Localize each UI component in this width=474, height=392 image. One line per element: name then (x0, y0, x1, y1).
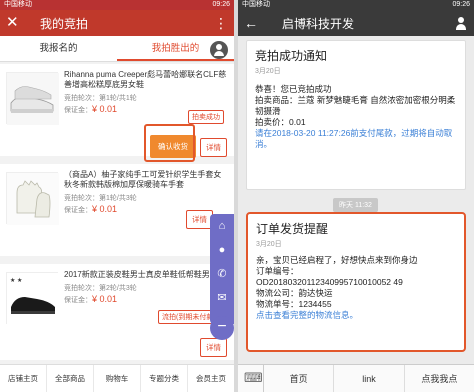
status-bar: 中国移动 09:26 (0, 0, 234, 10)
detail-button[interactable]: 详情 (200, 338, 227, 357)
menu-home[interactable]: 首页 (264, 364, 335, 392)
nav-shop-home[interactable]: 店铺主页 (0, 365, 47, 392)
app-header: ✕ 我的竞拍 ⋮ (0, 10, 234, 36)
detail-button[interactable]: 详情 (200, 138, 227, 157)
user-icon[interactable]: ● (214, 242, 230, 258)
carrier-label: 中国移动 (242, 1, 270, 8)
carrier-label: 中国移动 (4, 1, 32, 8)
card-line: 拍卖商品：兰蔻 新梦魅睫毛膏 自然浓密加密根分明柔韧摄滑 (255, 95, 456, 116)
card-line: 恭喜！您已竞拍成功 (255, 84, 332, 94)
card-title: 竞拍成功通知 (255, 49, 328, 63)
deposit-label: 保证金： (64, 107, 92, 114)
nav-member-home[interactable]: 会员主页 (188, 365, 234, 392)
card-line: 物流单号：1234455 (256, 299, 332, 309)
status-time: 09:26 (212, 1, 230, 8)
keyboard-icon[interactable] (238, 364, 264, 392)
status-bar: 中国移动 09:26 (238, 0, 474, 10)
list-item[interactable]: ★ ★ 2017新款正装皮鞋男士真皮单鞋低帮鞋男鞋 竞拍轮次：第2轮/共3轮 保… (0, 264, 234, 360)
chat-header: ← 启博科技开发 (238, 10, 474, 36)
right-phone: 中国移动 09:26 ← 启博科技开发 竞拍成功通知 3月20日 恭喜！您已竞拍… (238, 0, 474, 392)
item-name: 2017新款正装皮鞋男士真皮单鞋低帮鞋男鞋 (64, 270, 218, 279)
card-title: 订单发货提醒 (256, 222, 329, 236)
chat-menu-bar: 首页 link 点我我点 (238, 364, 474, 392)
menu-click-me[interactable]: 点我我点 (405, 365, 474, 392)
home-icon[interactable]: ⌂ (214, 218, 230, 234)
deposit-label: 保证金： (64, 297, 92, 304)
item-rounds: 竞拍轮次：第1轮/共1轮 (64, 95, 137, 102)
product-image-shoes[interactable]: ★ ★ (6, 272, 59, 325)
item-name: Rihanna puma Creeper彪马蕾哈娜联名CLF慈善增高松糕厚底男女… (64, 70, 227, 89)
item-info: Rihanna puma Creeper彪马蕾哈娜联名CLF慈善增高松糕厚底男女… (64, 70, 228, 115)
item-info: （商品A）柚子家纯手工可爱针织学生手套女秋冬新款韩版棉加厚保暖骑车手套 竞拍轮次… (64, 170, 228, 215)
svg-text:★ ★: ★ ★ (10, 277, 22, 284)
detail-button[interactable]: 详情 (186, 210, 213, 229)
card-body: 恭喜！您已竞拍成功 拍卖商品：兰蔻 新梦魅睫毛膏 自然浓密加密根分明柔韧摄滑 拍… (255, 84, 457, 150)
tab-registered[interactable]: 我报名的 (0, 36, 117, 61)
card-line: 订单编号： (256, 266, 299, 276)
screenshot-root: 中国移动 09:26 ✕ 我的竞拍 ⋮ 我报名的 我拍胜出的 Rihanna p… (0, 0, 474, 392)
payment-deadline-link[interactable]: 请在2018-03-20 11:27:26前支付尾款，过期将自动取消。 (255, 128, 457, 150)
close-icon[interactable]: ✕ (6, 10, 26, 36)
item-name: （商品A）柚子家纯手工可爱针织学生手套女秋冬新款韩版棉加厚保暖骑车手套 (64, 170, 222, 189)
logistics-link[interactable]: 点击查看完整的物流信息。 (256, 310, 456, 321)
auction-success-card[interactable]: 竞拍成功通知 3月20日 恭喜！您已竞拍成功 拍卖商品：兰蔻 新梦魅睫毛膏 自然… (246, 40, 466, 190)
mail-icon[interactable]: ✉ (214, 290, 230, 306)
status-time: 09:26 (452, 1, 470, 8)
bottom-nav: 店铺主页 全部商品 购物车 专题分类 会员主页 (0, 364, 234, 392)
chat-title: 启博科技开发 (282, 16, 355, 31)
nav-categories[interactable]: 专题分类 (141, 365, 188, 392)
card-body: 亲，宝贝已经启程了，好想快点来到你身边 订单编号： OD201803201123… (256, 255, 456, 321)
deposit-value: ¥ 0.01 (92, 204, 118, 214)
order-number: OD20180320112340995710010052 49 (256, 277, 403, 287)
list-item[interactable]: Rihanna puma Creeper彪马蕾哈娜联名CLF慈善增高松糕厚底男女… (0, 64, 234, 162)
list-item[interactable]: （商品A）柚子家纯手工可爱针织学生手套女秋冬新款韩版棉加厚保暖骑车手套 竞拍轮次… (0, 164, 234, 256)
shipping-notice-card[interactable]: 订单发货提醒 3月20日 亲，宝贝已经启程了，好想快点来到你身边 订单编号： O… (246, 212, 466, 352)
floating-toolbar: ⌂ ● ✆ ✉ (210, 214, 234, 324)
highlight-box (144, 124, 195, 162)
deposit-value: ¥ 0.01 (92, 104, 118, 114)
card-date: 3月20日 (255, 68, 281, 75)
deposit-label: 保证金： (64, 207, 92, 214)
status-badge: 拍卖成功 (188, 110, 224, 124)
back-arrow-icon[interactable]: ← (244, 15, 266, 31)
card-line: 物流公司：韵达快运 (256, 288, 333, 298)
item-rounds: 竞拍轮次：第2轮/共3轮 (64, 285, 137, 292)
item-rounds: 竞拍轮次：第1轮/共3轮 (64, 195, 137, 202)
person-icon[interactable] (454, 16, 468, 30)
more-menu-icon[interactable]: ⋮ (214, 15, 228, 32)
avatar-icon[interactable] (210, 41, 228, 59)
left-phone: 中国移动 09:26 ✕ 我的竞拍 ⋮ 我报名的 我拍胜出的 Rihanna p… (0, 0, 234, 392)
nav-cart[interactable]: 购物车 (94, 365, 141, 392)
deposit-value: ¥ 0.01 (92, 294, 118, 304)
nav-all-products[interactable]: 全部商品 (47, 365, 94, 392)
product-image-gloves[interactable] (6, 172, 59, 225)
phone-icon[interactable]: ✆ (214, 266, 230, 282)
menu-link[interactable]: link (334, 364, 405, 392)
card-line: 亲，宝贝已经启程了，好想快点来到你身边 (256, 255, 418, 265)
time-separator: 昨天 11:32 (333, 198, 378, 212)
item-info: 2017新款正装皮鞋男士真皮单鞋低帮鞋男鞋 竞拍轮次：第2轮/共3轮 保证金：¥… (64, 270, 228, 305)
page-title: 我的竞拍 (40, 16, 89, 31)
product-image-sneakers[interactable] (6, 72, 59, 125)
card-line: 拍卖价：0.01 (255, 117, 306, 127)
minus-icon[interactable]: − (210, 316, 234, 340)
auction-tabs: 我报名的 我拍胜出的 (0, 36, 234, 62)
card-date: 3月20日 (256, 241, 282, 248)
